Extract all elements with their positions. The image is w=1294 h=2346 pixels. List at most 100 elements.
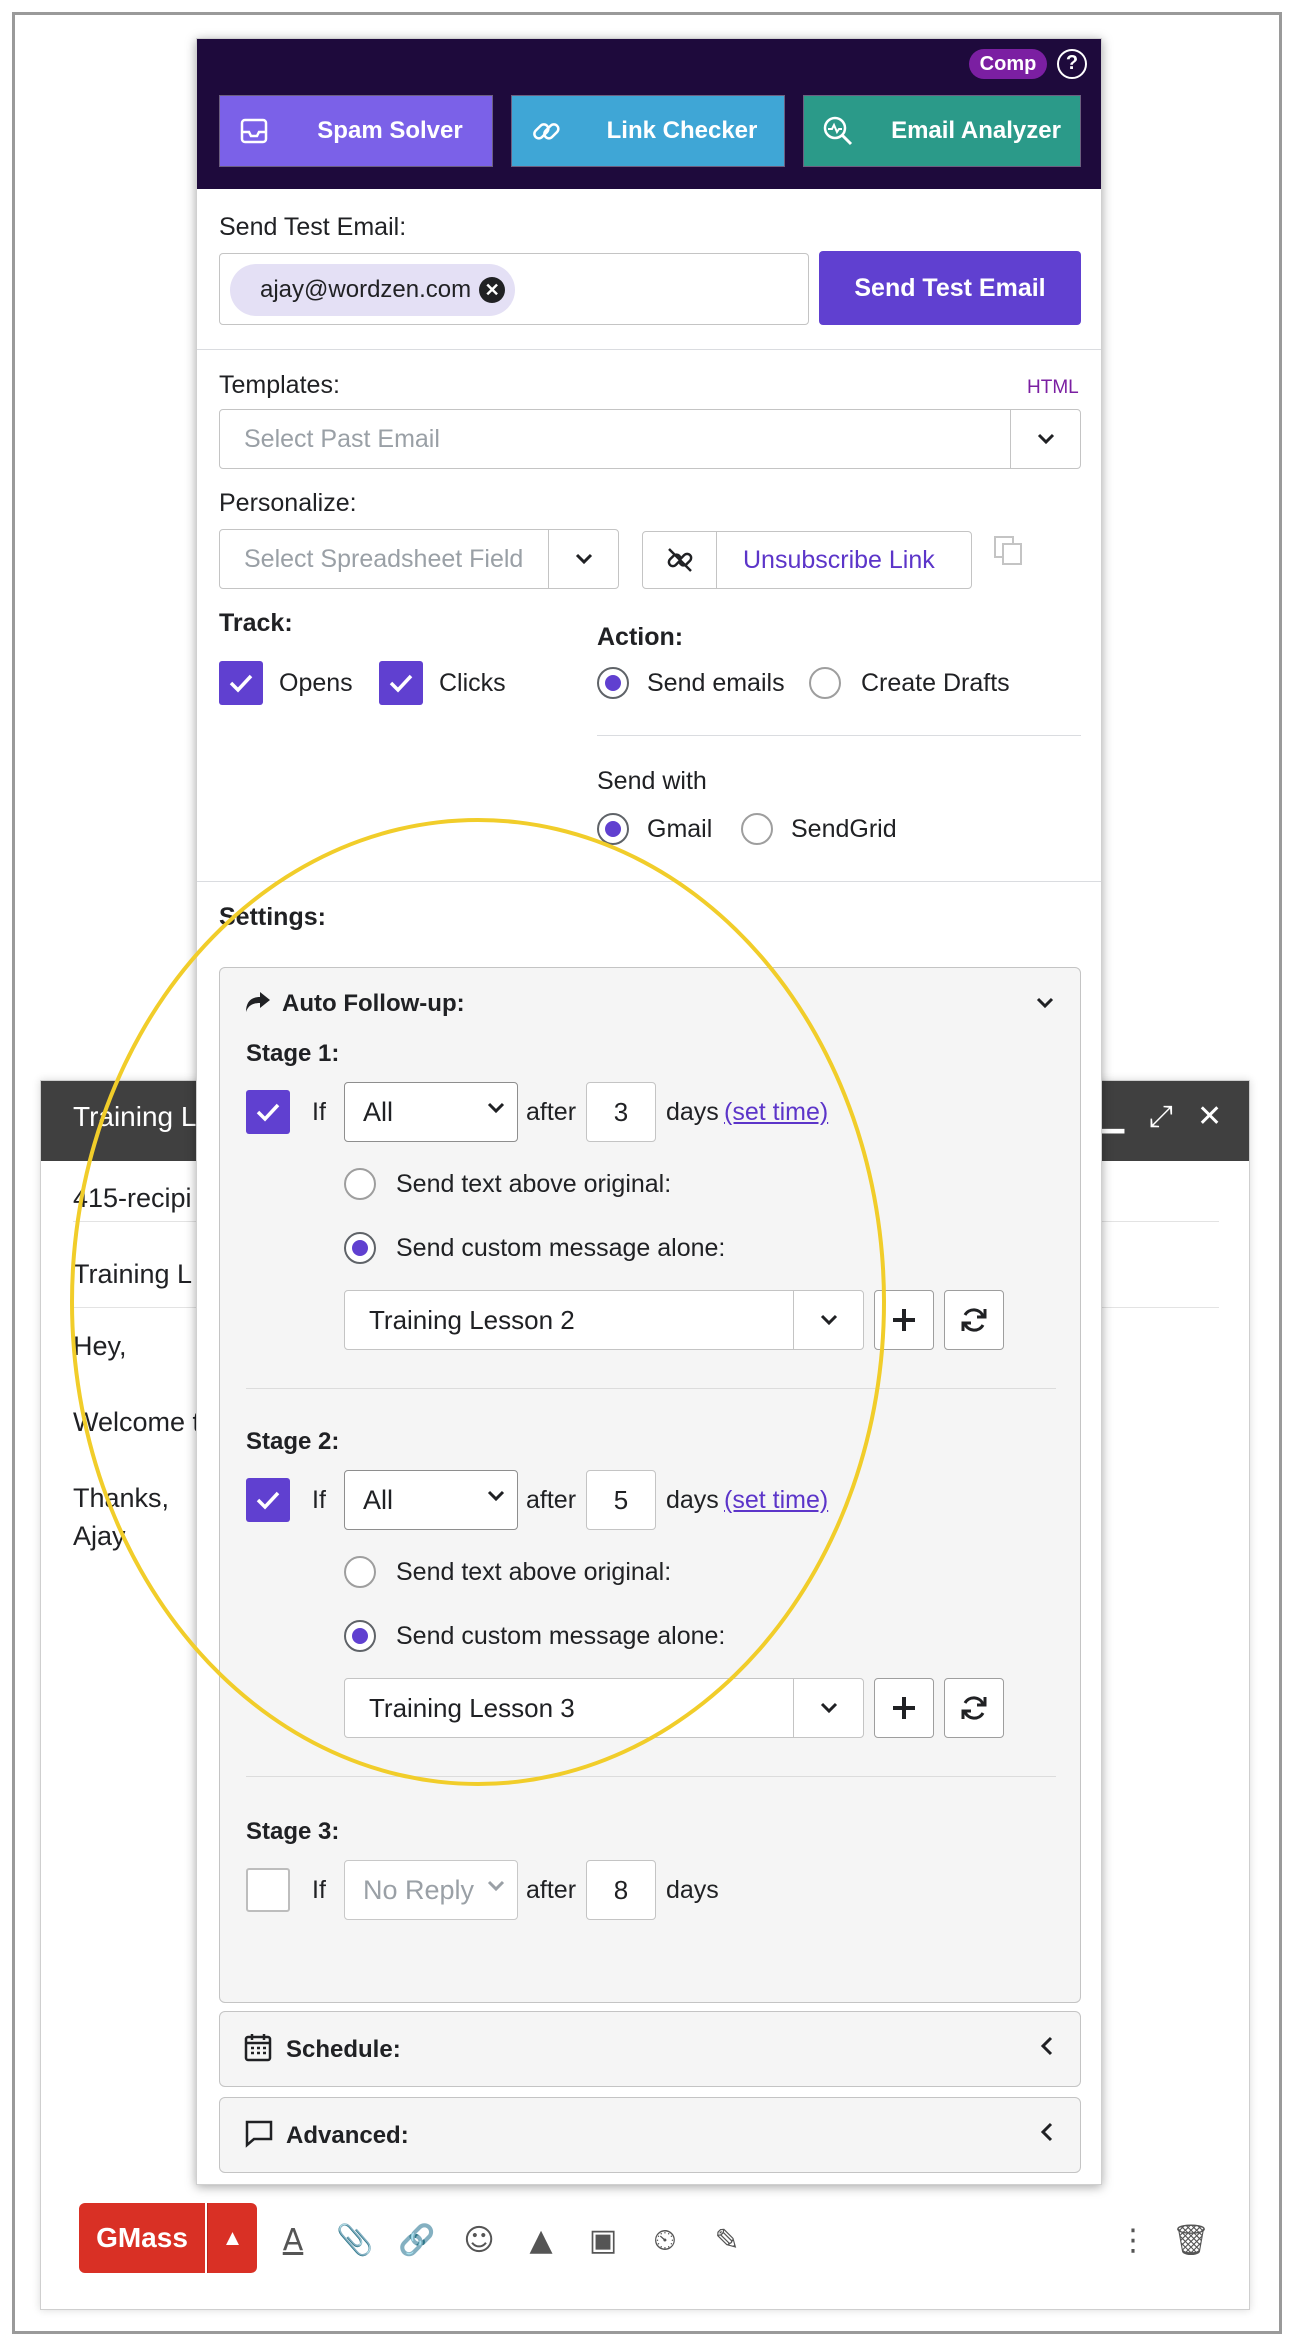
send-test-email-button[interactable]: Send Test Email xyxy=(819,251,1081,325)
divider xyxy=(197,881,1101,882)
chevron-left-icon xyxy=(1040,2122,1054,2147)
stage-1-above-radio[interactable] xyxy=(344,1168,376,1200)
create-drafts-label: Create Drafts xyxy=(861,669,1010,697)
stage-3-after: after xyxy=(526,1876,577,1904)
stage-1-message-select[interactable]: Training Lesson 2 xyxy=(344,1290,864,1350)
stage-3-condition: No Reply xyxy=(363,1875,475,1905)
stage-2-above-label: Send text above original: xyxy=(396,1558,672,1586)
stage-1-days-input[interactable]: 3 xyxy=(586,1082,656,1142)
stage-2-message-select[interactable]: Training Lesson 3 xyxy=(344,1678,864,1738)
calendar-icon xyxy=(244,2032,272,2067)
close-icon[interactable]: ✕ xyxy=(1197,1099,1222,1134)
remove-chip-icon[interactable]: ✕ xyxy=(479,277,506,303)
stage-1-alone-radio[interactable] xyxy=(344,1232,376,1264)
plus-icon xyxy=(893,1697,915,1719)
schedule-section[interactable]: Schedule: xyxy=(219,2011,1081,2087)
minimize-icon[interactable]: ▁ xyxy=(1101,1099,1124,1134)
test-email-input[interactable]: ajay@wordzen.com ✕ xyxy=(219,253,809,325)
link-checker-label: Link Checker xyxy=(580,96,784,166)
insert-link-icon[interactable]: 🔗 xyxy=(397,2221,437,2261)
gmail-radio[interactable] xyxy=(597,813,629,845)
auto-followup-section: Auto Follow-up: Stage 1: If All after 3 … xyxy=(219,967,1081,2003)
stage-1-above-label: Send text above original: xyxy=(396,1170,672,1198)
auto-followup-title[interactable]: Auto Follow-up: xyxy=(282,990,465,1018)
sendgrid-label: SendGrid xyxy=(791,815,897,843)
stage-1-checkbox[interactable] xyxy=(246,1090,290,1134)
body-line: Thanks, xyxy=(73,1483,170,1513)
confidential-icon[interactable]: ⏲ xyxy=(645,2221,685,2261)
gmass-toolbar: Comp ? Spam Solver Link Checker Email An… xyxy=(197,39,1101,189)
stage-2-condition-select[interactable]: All xyxy=(344,1470,518,1530)
unsubscribe-link-button[interactable]: Unsubscribe Link xyxy=(642,531,972,589)
send-emails-label: Send emails xyxy=(647,669,785,697)
gmass-options-button[interactable]: ▲ xyxy=(207,2203,257,2273)
stage-1-message: Training Lesson 2 xyxy=(369,1305,575,1335)
chevron-down-icon[interactable] xyxy=(1036,996,1054,1014)
gmass-send-button[interactable]: GMass xyxy=(79,2203,205,2273)
unlink-icon xyxy=(643,532,717,588)
to-field[interactable]: 415-recipi xyxy=(73,1183,192,1214)
help-icon[interactable]: ? xyxy=(1057,49,1087,79)
spam-solver-label: Spam Solver xyxy=(288,96,492,166)
clicks-checkbox[interactable] xyxy=(379,661,423,705)
templates-placeholder: Select Past Email xyxy=(244,425,440,453)
subject-field[interactable]: Training L xyxy=(73,1259,192,1290)
divider xyxy=(246,1388,1056,1389)
advanced-title: Advanced: xyxy=(286,2122,409,2149)
stage-3-days-input[interactable]: 8 xyxy=(586,1860,656,1920)
more-options-icon[interactable]: ⋮ xyxy=(1113,2221,1153,2261)
signature-icon[interactable]: ✎ xyxy=(707,2221,747,2261)
stage-2-add-button[interactable] xyxy=(874,1678,934,1738)
discard-icon[interactable]: 🗑 xyxy=(1171,2221,1211,2261)
templates-label: Templates: xyxy=(219,371,340,399)
settings-label: Settings: xyxy=(219,903,326,931)
copy-icon[interactable] xyxy=(992,534,1024,571)
stage-2-refresh-button[interactable] xyxy=(944,1678,1004,1738)
body-line: Ajay xyxy=(73,1521,126,1551)
advanced-section[interactable]: Advanced: xyxy=(219,2097,1081,2173)
stage-3-checkbox[interactable] xyxy=(246,1868,290,1912)
chevron-left-icon xyxy=(1040,2036,1054,2061)
stage-1-alone-label: Send custom message alone: xyxy=(396,1234,726,1262)
stage-2-days-input[interactable]: 5 xyxy=(586,1470,656,1530)
emoji-icon[interactable]: ☺ xyxy=(459,2221,499,2261)
html-link[interactable]: HTML xyxy=(1027,377,1079,399)
sendgrid-radio[interactable] xyxy=(741,813,773,845)
track-label: Track: xyxy=(219,609,293,637)
chevron-down-icon xyxy=(487,1879,505,1897)
body-line: Welcome t xyxy=(73,1407,201,1437)
email-analyzer-button[interactable]: Email Analyzer xyxy=(803,95,1081,167)
unsubscribe-link-label: Unsubscribe Link xyxy=(743,546,935,574)
spam-solver-button[interactable]: Spam Solver xyxy=(219,95,493,167)
attach-icon[interactable]: 📎 xyxy=(335,2221,375,2261)
stage-3-condition-select[interactable]: No Reply xyxy=(344,1860,518,1920)
stage-3-if: If xyxy=(312,1876,326,1904)
stage-1-condition-select[interactable]: All xyxy=(344,1082,518,1142)
drive-icon[interactable]: ▲ xyxy=(521,2221,561,2261)
body-line: Hey, xyxy=(73,1331,127,1361)
templates-select[interactable]: Select Past Email xyxy=(219,409,1081,469)
create-drafts-radio[interactable] xyxy=(809,667,841,699)
stage-1-refresh-button[interactable] xyxy=(944,1290,1004,1350)
gmass-settings-panel: Comp ? Spam Solver Link Checker Email An… xyxy=(196,38,1102,2185)
personalize-select[interactable]: Select Spreadsheet Field xyxy=(219,529,619,589)
stage-2-above-radio[interactable] xyxy=(344,1556,376,1588)
divider xyxy=(246,1776,1056,1777)
plus-icon xyxy=(893,1309,915,1331)
stage-2-set-time-link[interactable]: (set time) xyxy=(724,1486,828,1515)
stage-2-alone-radio[interactable] xyxy=(344,1620,376,1652)
link-checker-button[interactable]: Link Checker xyxy=(511,95,785,167)
stage-1-set-time-link[interactable]: (set time) xyxy=(724,1098,828,1127)
expand-icon[interactable]: ⤢ xyxy=(1149,1099,1173,1134)
format-text-icon[interactable]: A xyxy=(273,2221,313,2261)
divider xyxy=(197,349,1101,350)
stage-2-checkbox[interactable] xyxy=(246,1478,290,1522)
opens-checkbox[interactable] xyxy=(219,661,263,705)
stage-1-add-button[interactable] xyxy=(874,1290,934,1350)
opens-label: Opens xyxy=(279,669,353,697)
chevron-down-icon xyxy=(793,1679,863,1737)
send-emails-radio[interactable] xyxy=(597,667,629,699)
stage-2-title: Stage 2: xyxy=(246,1428,340,1455)
photo-icon[interactable]: ▣ xyxy=(583,2221,623,2261)
gmail-label: Gmail xyxy=(647,815,713,843)
